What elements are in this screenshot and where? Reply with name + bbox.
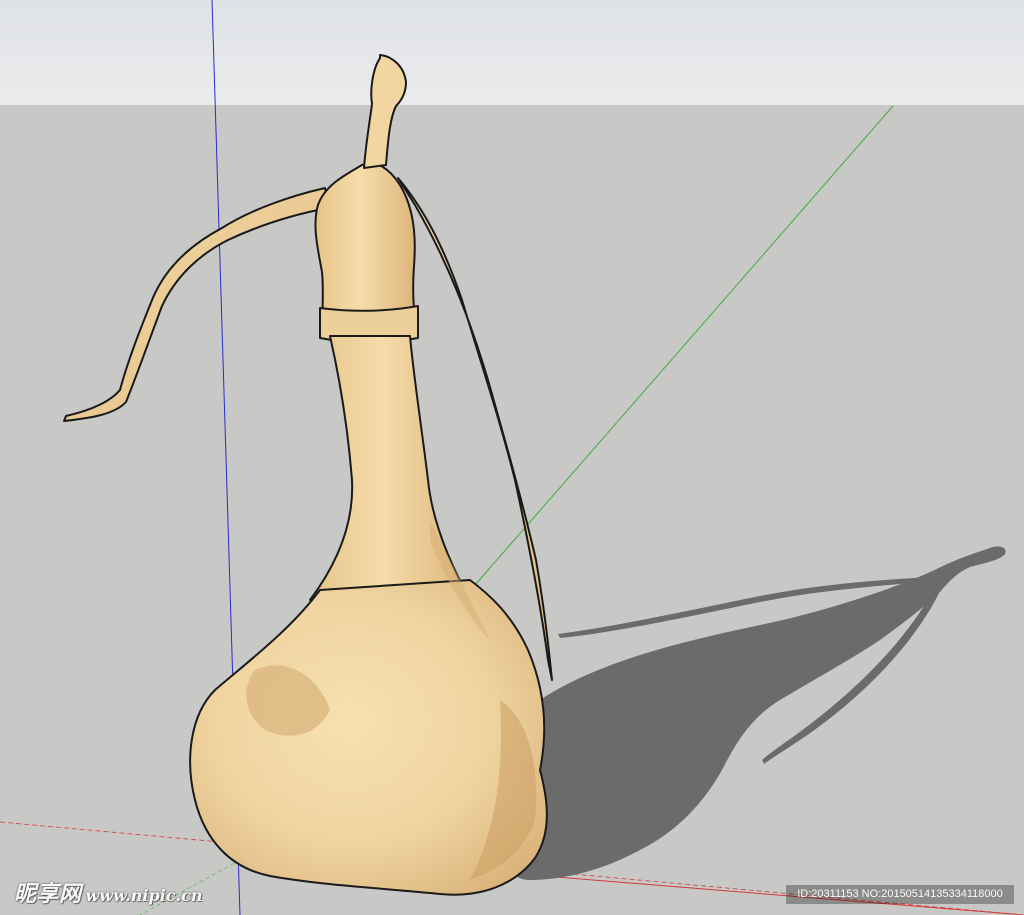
watermark-brand-text: 昵享网 <box>14 882 82 907</box>
watermark-brand: 昵享网 www.nipic.cn <box>14 884 202 906</box>
sky-background <box>0 0 1024 105</box>
watermark-site-text: www.nipic.cn <box>85 886 203 905</box>
modeling-viewport[interactable]: 昵享网 www.nipic.cn ID:20311153 NO:201505141… <box>0 0 1024 915</box>
watermark-id-label: ID:20311153 NO:20150514135334118000 <box>786 885 1014 904</box>
scene-canvas[interactable] <box>0 0 1024 915</box>
